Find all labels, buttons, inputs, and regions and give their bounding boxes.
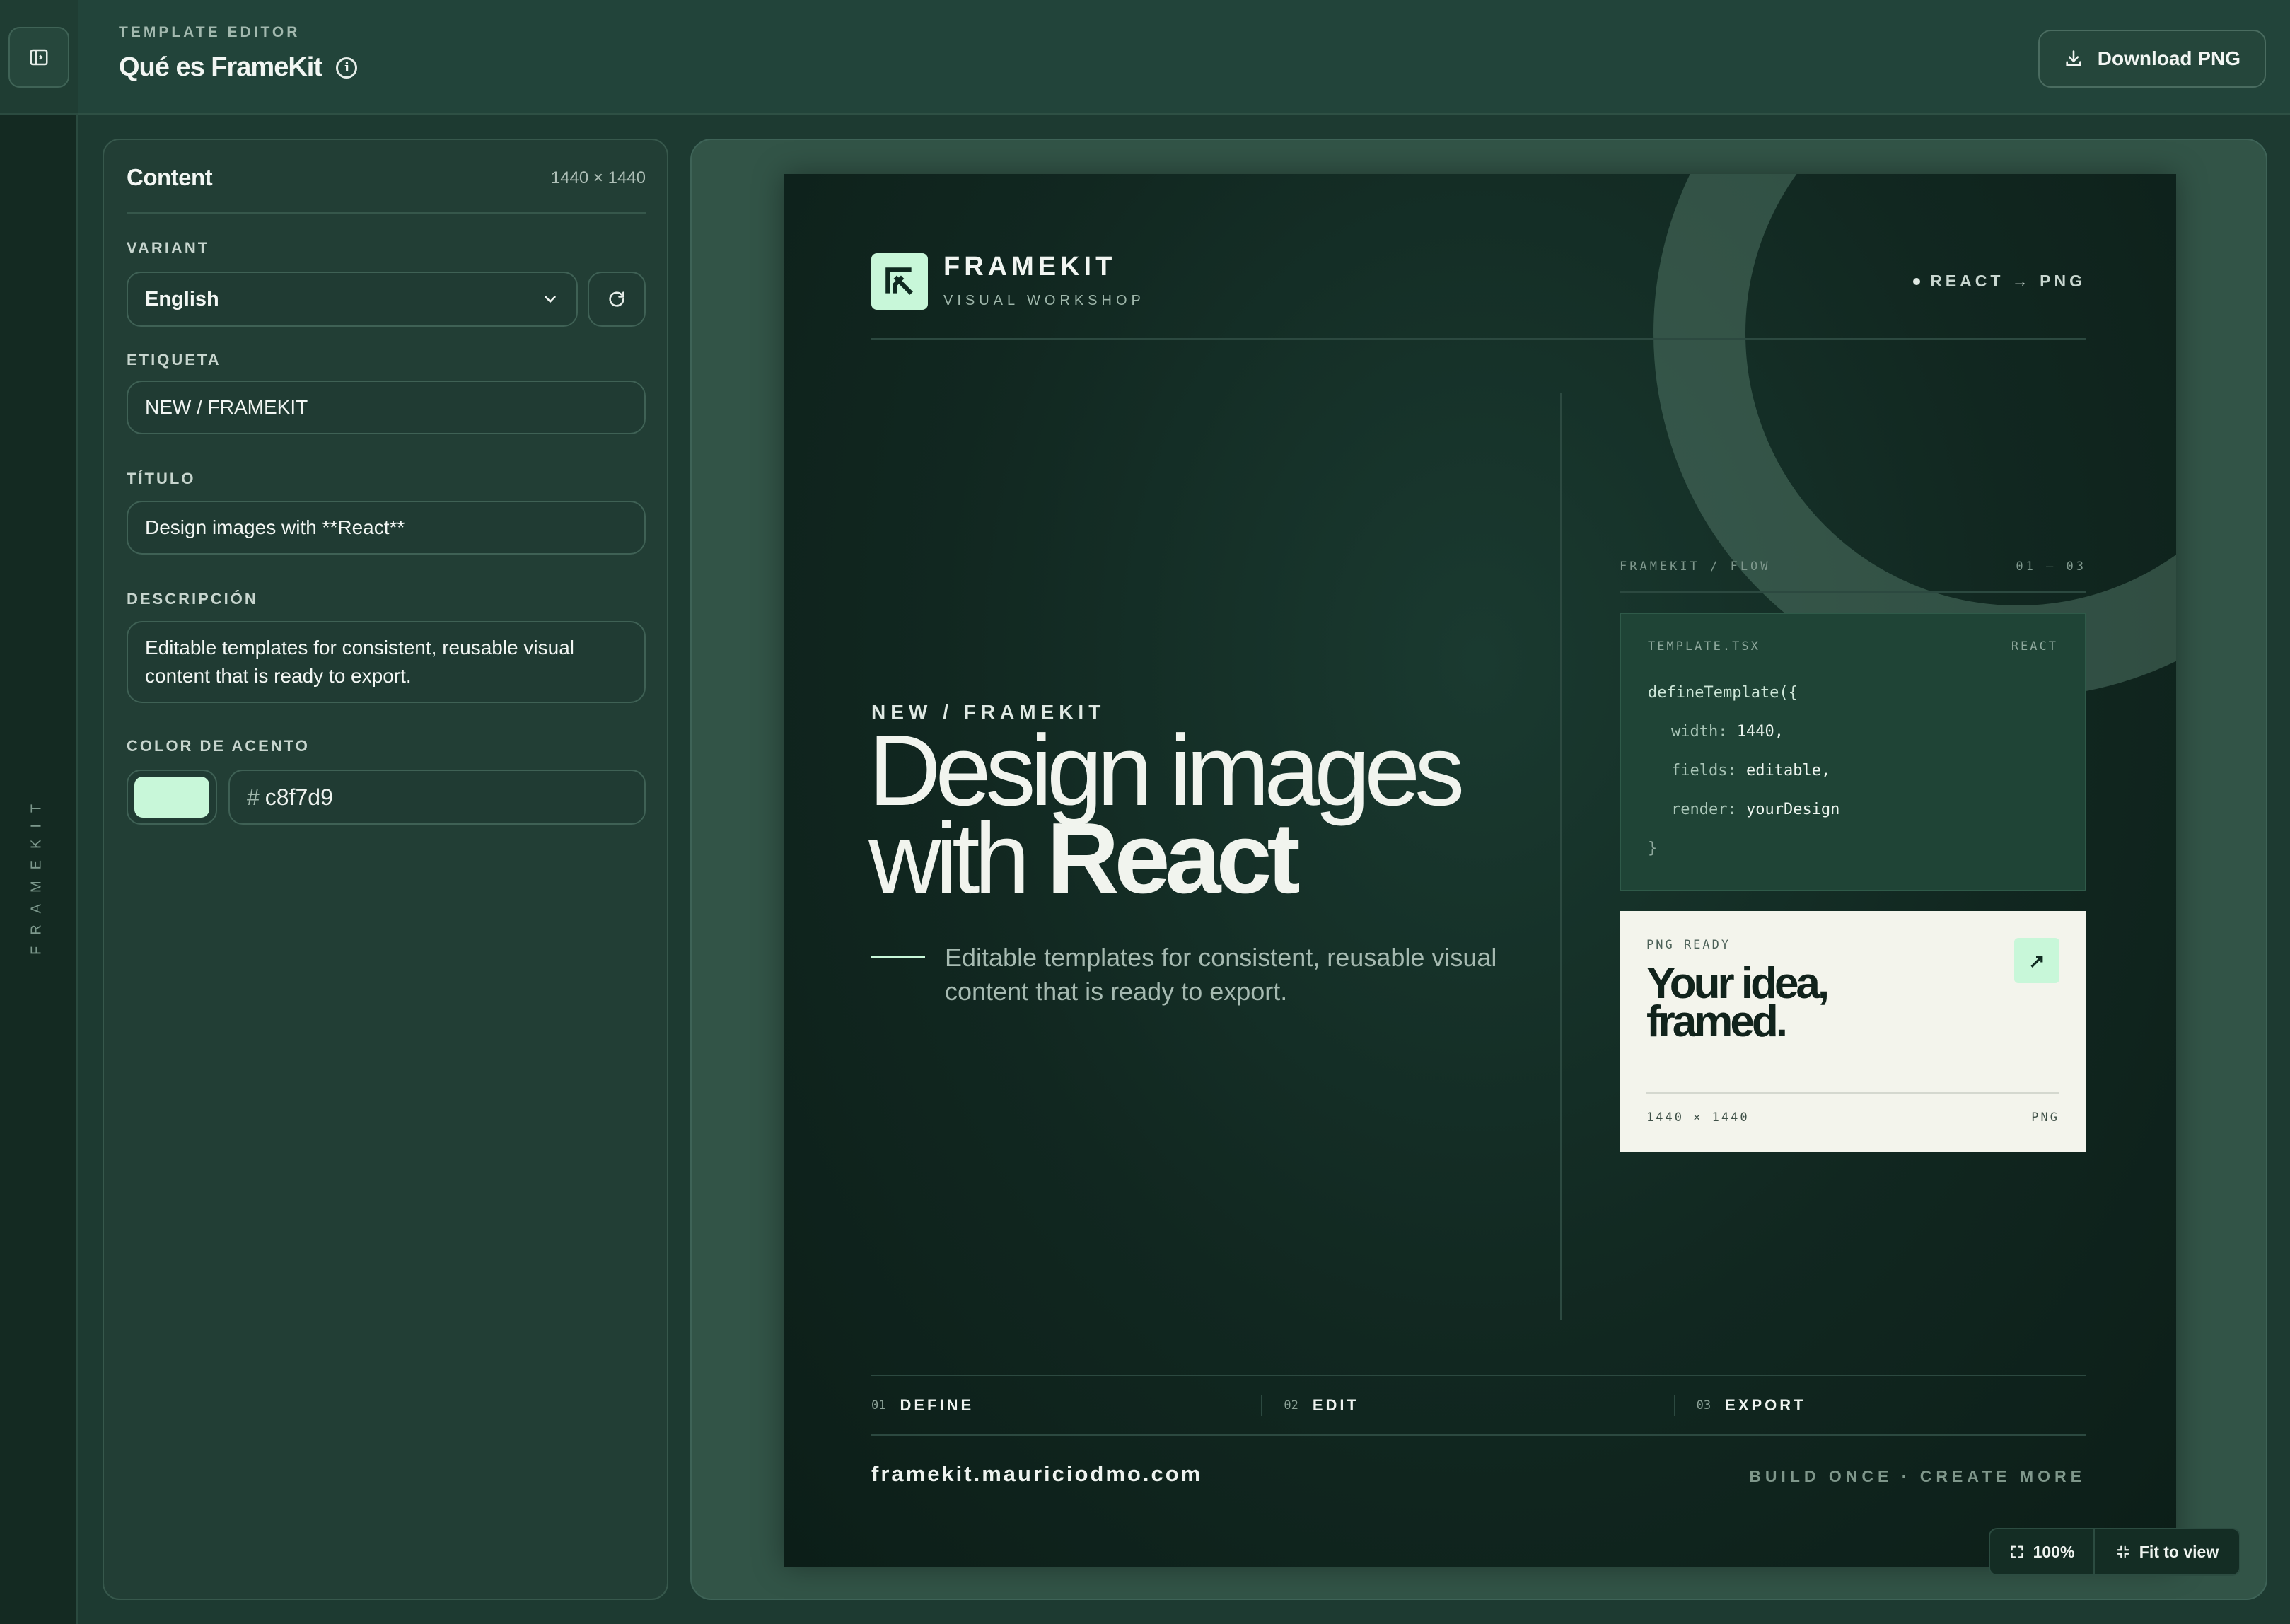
- download-icon: [2066, 50, 2081, 66]
- canvas-slogan: BUILD ONCE · CREATE MORE: [1749, 1467, 2086, 1485]
- png-ready-card: PNG READY ↗ Your idea, framed. 1440 × 14…: [1620, 911, 2086, 1152]
- card-format: PNG: [2031, 1110, 2059, 1125]
- panel-toggle-icon: [30, 49, 48, 66]
- step-edit: 02 EDIT: [1261, 1376, 1673, 1434]
- code-line-close: }: [1648, 840, 1658, 857]
- panel-title: Content: [127, 164, 213, 190]
- flow-range: 01 — 03: [2016, 559, 2086, 574]
- editor-eyebrow: TEMPLATE EDITOR: [119, 24, 301, 40]
- code-line-render: render: yourDesign: [1671, 801, 1840, 818]
- download-png-button[interactable]: Download PNG: [2038, 30, 2266, 88]
- zoom-controls: 100% Fit to view: [1989, 1528, 2240, 1576]
- card-divider: [1646, 1092, 2059, 1094]
- sidebar-rail: FRAMEKIT: [0, 0, 78, 1624]
- sidebar-toggle-button[interactable]: [8, 27, 69, 88]
- canvas-description: Editable templates for consistent, reusa…: [945, 943, 1497, 1006]
- code-header: TEMPLATE.TSX REACT: [1648, 639, 2058, 654]
- rail-brand-label: FRAMEKIT: [28, 792, 45, 955]
- fit-label: Fit to view: [2139, 1542, 2219, 1561]
- card-label: PNG READY: [1646, 938, 1731, 952]
- step-export: 03 EXPORT: [1673, 1376, 2086, 1434]
- canvas-brand-sub: VISUAL WORKSHOP: [943, 293, 1145, 308]
- descripcion-textarea[interactable]: Editable templates for consistent, reusa…: [127, 621, 646, 703]
- hex-value: c8f7d9: [265, 784, 333, 810]
- canvas-brand: FRAMEKIT: [943, 252, 1117, 282]
- accent-color-label: COLOR DE ACENTO: [127, 737, 310, 755]
- titulo-input[interactable]: Design images with **React**: [127, 501, 646, 555]
- code-line-fields: fields: editable,: [1671, 762, 1831, 779]
- steps-bar: 01 DEFINE 02 EDIT 03 EXPORT: [871, 1375, 2086, 1436]
- etiqueta-input[interactable]: NEW / FRAMEKIT: [127, 381, 646, 434]
- design-canvas: FRAMEKIT VISUAL WORKSHOP REACT → PNG NEW…: [784, 174, 2176, 1567]
- flow-label: FRAMEKIT / FLOW: [1620, 559, 1771, 574]
- variant-label: VARIANT: [127, 239, 210, 257]
- code-lang: REACT: [2011, 639, 2058, 654]
- card-headline-line-2: framed.: [1646, 997, 1788, 1046]
- canvas-url: framekit.mauriciodmo.com: [871, 1461, 1203, 1486]
- download-label: Download PNG: [2097, 47, 2240, 69]
- flow-header: FRAMEKIT / FLOW 01 — 03: [1620, 559, 2086, 574]
- info-icon[interactable]: i: [336, 57, 357, 79]
- chevron-down-icon: [545, 296, 556, 303]
- card-headline: Your idea, framed.: [1646, 962, 2059, 1046]
- hex-hash: #: [247, 784, 260, 810]
- code-line-width: width: 1440,: [1671, 723, 1784, 741]
- code-filename: TEMPLATE.TSX: [1648, 639, 1760, 654]
- headline-bold: React: [1046, 802, 1301, 915]
- etiqueta-label: ETIQUETA: [127, 351, 221, 369]
- preview-stage: FRAMEKIT VISUAL WORKSHOP REACT → PNG NEW…: [690, 139, 2267, 1600]
- refresh-icon: [609, 291, 624, 307]
- descripcion-label: DESCRIPCIÓN: [127, 590, 258, 608]
- zoom-100-button[interactable]: 100%: [1990, 1529, 2095, 1574]
- step-define: 01 DEFINE: [871, 1396, 975, 1414]
- top-bar: TEMPLATE EDITOR Qué es FrameKit i Downlo…: [78, 0, 2290, 115]
- tag-dot: [1913, 277, 1921, 285]
- accent-color-swatch[interactable]: [127, 770, 217, 825]
- titulo-label: TÍTULO: [127, 470, 196, 487]
- card-size: 1440 × 1440: [1646, 1110, 1750, 1125]
- accent-swatch-fill: [134, 777, 209, 818]
- canvas-dimensions: 1440 × 1440: [550, 168, 646, 187]
- fit-to-view-button[interactable]: Fit to view: [2095, 1529, 2239, 1574]
- card-footer: 1440 × 1440 PNG: [1646, 1110, 2059, 1125]
- accent-hex-input[interactable]: # c8f7d9: [228, 770, 646, 825]
- column-divider: [1560, 393, 1562, 1320]
- arrow-up-right-icon: ↗: [2014, 938, 2059, 983]
- description-dash: [871, 956, 925, 958]
- canvas-tag: REACT → PNG: [1913, 272, 2086, 291]
- canvas-headline: Design images with React: [868, 721, 1505, 909]
- code-card: TEMPLATE.TSX REACT defineTemplate({ widt…: [1620, 613, 2086, 891]
- page-title: Qué es FrameKit i: [119, 52, 357, 83]
- framekit-logo-icon: [885, 267, 913, 295]
- rail-header: [0, 0, 78, 115]
- header-divider: [871, 338, 2086, 340]
- fullscreen-icon: [2011, 1545, 2023, 1558]
- canvas-tag-text: REACT → PNG: [1930, 272, 2086, 290]
- content-panel: Content 1440 × 1440 VARIANT English ETIQ…: [103, 139, 668, 1600]
- code-line-open: defineTemplate({: [1648, 684, 1798, 702]
- variant-select[interactable]: English: [127, 272, 578, 327]
- flow-divider: [1620, 591, 2086, 593]
- fit-icon: [2117, 1545, 2129, 1558]
- variant-value: English: [145, 287, 219, 311]
- reset-variant-button[interactable]: [588, 272, 646, 327]
- page-title-text: Qué es FrameKit: [119, 52, 322, 82]
- framekit-logo: [871, 253, 928, 310]
- zoom-level: 100%: [2033, 1542, 2075, 1561]
- panel-header: Content 1440 × 1440: [127, 164, 646, 214]
